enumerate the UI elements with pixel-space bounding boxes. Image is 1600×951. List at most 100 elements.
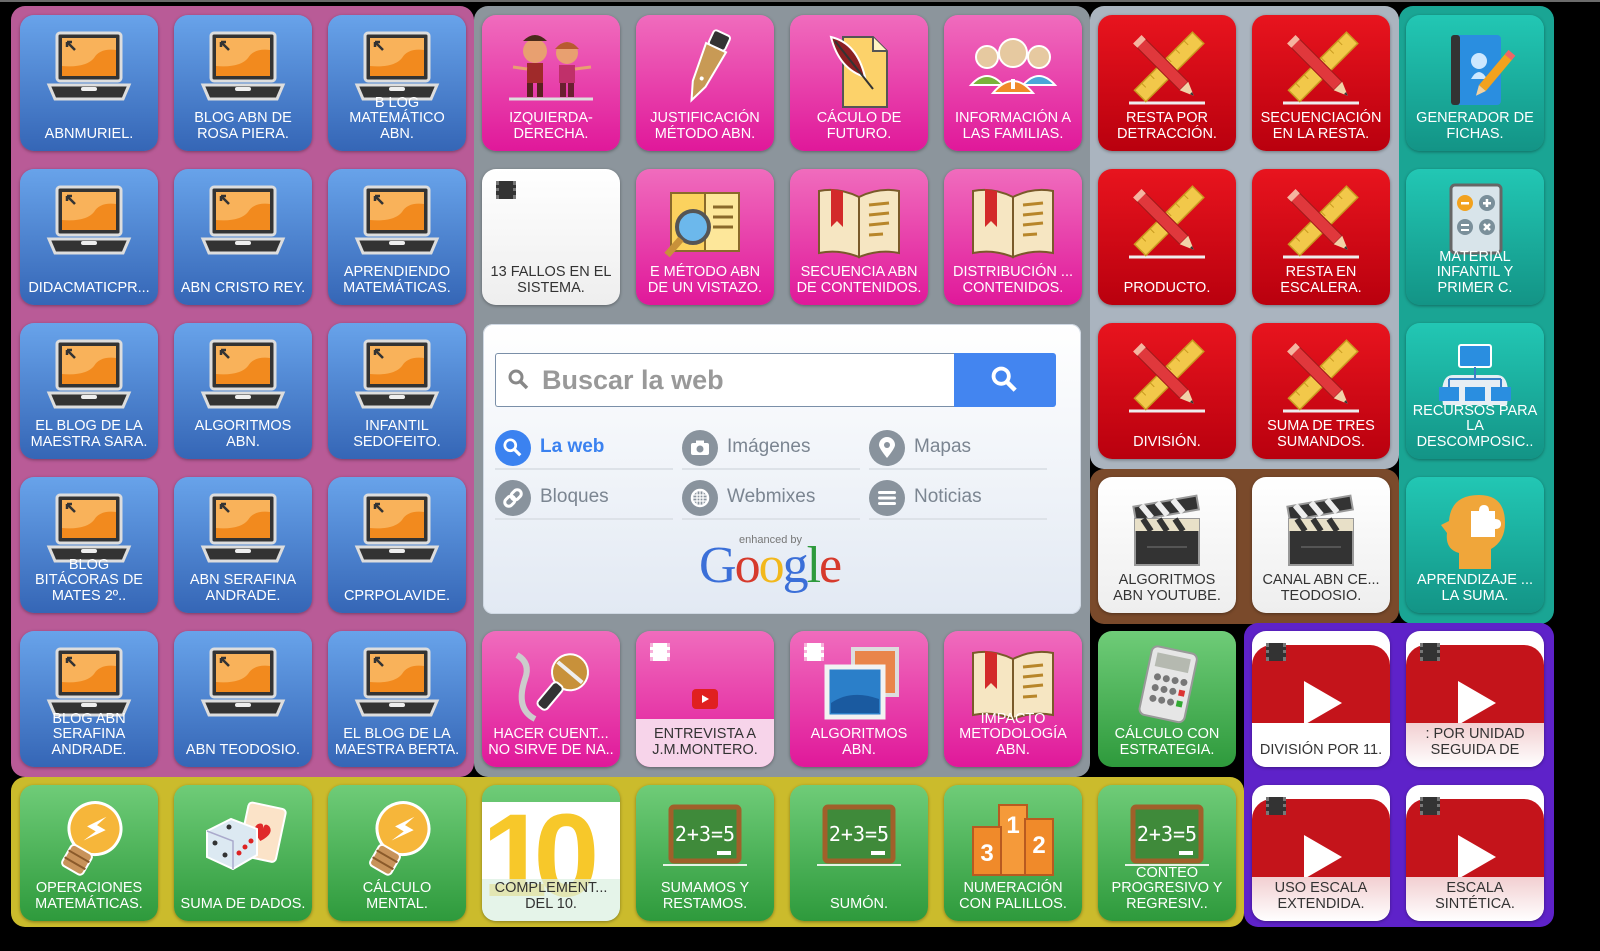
tile-label: BLOG ABN SERAFINA ANDRADE.	[51, 710, 127, 758]
tile-secuenciacion-resta[interactable]: SECUENCIACIÓN EN LA RESTA.	[1252, 15, 1390, 151]
tile-label: ALGORITMOS ABN.	[194, 418, 292, 450]
tile-caculo-futuro[interactable]: CÁCULO DE FUTURO.	[790, 15, 928, 151]
book-magnifier-icon	[659, 181, 751, 265]
tile-producto[interactable]: PRODUCTO.	[1098, 169, 1236, 305]
tile-escala-sintetica[interactable]: ESCALA SINTÉTICA.	[1406, 785, 1544, 921]
tile-maestra-sara[interactable]: EL BLOG DE LA MAESTRA SARA.	[20, 323, 158, 459]
enhanced-by-text: enhanced by	[739, 534, 802, 546]
tile-complementos-10[interactable]: 10 COMPLEMENT... DEL 10.	[482, 785, 620, 921]
tile-aprendiendo-matematicas[interactable]: APRENDIENDO MATEMÁTICAS.	[328, 169, 466, 305]
search-option-blocks[interactable]: Bloques	[495, 476, 673, 520]
tile-calculo-mental[interactable]: CÁLCULO MENTAL.	[328, 785, 466, 921]
laptop-icon	[197, 489, 289, 573]
tile-uso-escala-extendida[interactable]: USO ESCALA EXTENDIDA.	[1252, 785, 1390, 921]
tile-algoritmos-abn-blog[interactable]: ALGORITMOS ABN.	[174, 323, 312, 459]
tile-label: INFORMACIÓN A LAS FAMILIAS.	[954, 110, 1071, 142]
laptop-icon	[351, 335, 443, 419]
tile-material-infantil[interactable]: MATERIAL INFANTIL Y PRIMER C.	[1406, 169, 1544, 305]
film-strip-icon	[650, 643, 670, 661]
tile-label: INFANTIL SEDOFEITO.	[353, 418, 441, 450]
search-option-images[interactable]: Imágenes	[682, 426, 860, 470]
tile-canal-abn[interactable]: CANAL ABN CE... TEODOSIO.	[1252, 477, 1390, 613]
tile-conteo-progresivo[interactable]: 2+3=5 CONTEO PROGRESIVO Y REGRESIV..	[1098, 785, 1236, 921]
search-button[interactable]	[954, 353, 1056, 407]
menu-lines-icon	[869, 480, 905, 516]
tile-label: : POR UNIDAD SEGUIDA DE	[1425, 726, 1525, 758]
tile-algoritmos-abn[interactable]: ALGORITMOS ABN.	[790, 631, 928, 767]
podium-third: 3	[980, 840, 993, 867]
tile-sumamos-restamos[interactable]: 2+3=5 SUMAMOS Y RESTAMOS.	[636, 785, 774, 921]
podium-first: 1	[1006, 812, 1019, 839]
film-strip-icon	[1266, 797, 1286, 815]
tile-resta-escalera[interactable]: RESTA EN ESCALERA.	[1252, 169, 1390, 305]
chalkboard-icon: 2+3=5	[659, 797, 751, 881]
tile-maestra-berta[interactable]: EL BLOG DE LA MAESTRA BERTA.	[328, 631, 466, 767]
search-option-maps[interactable]: Mapas	[869, 426, 1047, 470]
chalkboard-icon: 2+3=5	[813, 797, 905, 881]
tile-suma-dados[interactable]: SUMA DE DADOS.	[174, 785, 312, 921]
tile-13-fallos[interactable]: 13 FALLOS EN EL SISTEMA.	[482, 169, 620, 305]
tile-blog-rosa-piera[interactable]: BLOG ABN DE ROSA PIERA.	[174, 15, 312, 151]
tile-recursos-descomposicion[interactable]: RECURSOS PARA LA DESCOMPOSIC..	[1406, 323, 1544, 459]
tile-label: E MÉTODO ABN DE UN VISTAZO.	[647, 264, 763, 296]
tile-cprpolavide[interactable]: CPRPOLAVIDE.	[328, 477, 466, 613]
tile-impacto-metodologia[interactable]: IMPACTO METODOLOGÍA ABN.	[944, 631, 1082, 767]
tile-aprendizaje-suma[interactable]: APRENDIZAJE ... LA SUMA.	[1406, 477, 1544, 613]
tile-justificacion[interactable]: JUSTIFICACIÓN MÉTODO ABN.	[636, 15, 774, 151]
tile-infantil-sedofeito[interactable]: INFANTIL SEDOFEITO.	[328, 323, 466, 459]
fountain-pen-icon	[659, 27, 751, 111]
tile-label: APRENDIENDO MATEMÁTICAS.	[343, 264, 451, 296]
tile-sumon[interactable]: 2+3=5 SUMÓN.	[790, 785, 928, 921]
clapperboard-icon	[1275, 489, 1367, 573]
search-option-webmixes[interactable]: Webmixes	[682, 476, 860, 520]
tile-division-por-11[interactable]: DIVISIÓN POR 11.	[1252, 631, 1390, 767]
tile-label: SUMÓN.	[830, 895, 888, 912]
tile-label: SECUENCIA ABN DE CONTENIDOS.	[796, 264, 922, 296]
pencil-ruler-icon	[1275, 27, 1367, 111]
tile-abnmuriel[interactable]: ABNMURIEL.	[20, 15, 158, 151]
tile-division[interactable]: DIVISIÓN.	[1098, 323, 1236, 459]
option-label: Noticias	[914, 486, 982, 507]
tile-label: RESTA POR DETRACCIÓN.	[1117, 110, 1217, 142]
tile-label: ABN CRISTO REY.	[180, 279, 306, 296]
tile-bitacoras-mates[interactable]: BLOG BITÁCORAS DE MATES 2º..	[20, 477, 158, 613]
tile-hacer-cuentas[interactable]: HACER CUENT... NO SIRVE DE NA..	[482, 631, 620, 767]
tile-label: DIVISIÓN.	[1133, 433, 1201, 450]
search-input[interactable]	[540, 360, 944, 400]
tile-algoritmos-youtube[interactable]: ALGORITMOS ABN YOUTUBE.	[1098, 477, 1236, 613]
tile-label: 13 FALLOS EN EL SISTEMA.	[490, 264, 612, 296]
google-search-widget: La web Imágenes Mapas Bloques Webmixes N…	[483, 324, 1081, 614]
tile-blog-matematico[interactable]: B LOG MATEMÁTICO ABN.	[328, 15, 466, 151]
tile-operaciones-matematicas[interactable]: OPERACIONES MATEMÁTICAS.	[20, 785, 158, 921]
tile-label: DISTRIBUCIÓN ... CONTENIDOS.	[952, 264, 1074, 296]
tile-calculo-estrategia[interactable]: CÁLCULO CON ESTRATEGIA.	[1098, 631, 1236, 767]
search-option-web[interactable]: La web	[495, 426, 673, 470]
tile-abn-cristo-rey[interactable]: ABN CRISTO REY.	[174, 169, 312, 305]
tile-metodo-vistazo[interactable]: E MÉTODO ABN DE UN VISTAZO.	[636, 169, 774, 305]
tile-suma-tres-sumandos[interactable]: SUMA DE TRES SUMANDOS.	[1252, 323, 1390, 459]
map-pin-icon	[869, 430, 905, 466]
tile-abn-teodosio[interactable]: ABN TEODOSIO.	[174, 631, 312, 767]
tile-abn-serafina[interactable]: ABN SERAFINA ANDRADE.	[174, 477, 312, 613]
tile-izquierda-derecha[interactable]: IZQUIERDA- DERECHA.	[482, 15, 620, 151]
tile-por-unidad[interactable]: : POR UNIDAD SEGUIDA DE	[1406, 631, 1544, 767]
tile-entrevista-montero[interactable]: ENTREVISTA A J.M.MONTERO.	[636, 631, 774, 767]
tile-blog-abn-serafina[interactable]: BLOG ABN SERAFINA ANDRADE.	[20, 631, 158, 767]
pictures-icon	[813, 643, 905, 727]
tile-informacion-familias[interactable]: INFORMACIÓN A LAS FAMILIAS.	[944, 15, 1082, 151]
tile-didacmatic[interactable]: DIDACMATICPR...	[20, 169, 158, 305]
tile-resta-detraccion[interactable]: RESTA POR DETRACCIÓN.	[1098, 15, 1236, 151]
tile-generador-fichas[interactable]: GENERADOR DE FICHAS.	[1406, 15, 1544, 151]
tile-label: DIVISIÓN POR 11.	[1259, 741, 1383, 758]
tile-secuencia-contenidos[interactable]: SECUENCIA ABN DE CONTENIDOS.	[790, 169, 928, 305]
tile-label: EL BLOG DE LA MAESTRA BERTA.	[334, 726, 460, 758]
tile-label: B LOG MATEMÁTICO ABN.	[349, 94, 445, 142]
svg-text:2+3=5: 2+3=5	[675, 822, 735, 846]
search-option-news[interactable]: Noticias	[869, 476, 1047, 520]
tile-label: ESCALA SINTÉTICA.	[1435, 880, 1515, 912]
laptop-icon	[43, 27, 135, 111]
svg-text:2+3=5: 2+3=5	[1137, 822, 1197, 846]
tile-distribucion-contenidos[interactable]: DISTRIBUCIÓN ... CONTENIDOS.	[944, 169, 1082, 305]
tile-numeracion-palillos[interactable]: 1 3 2 NUMERACIÓN CON PALILLOS.	[944, 785, 1082, 921]
laptop-icon	[197, 27, 289, 111]
